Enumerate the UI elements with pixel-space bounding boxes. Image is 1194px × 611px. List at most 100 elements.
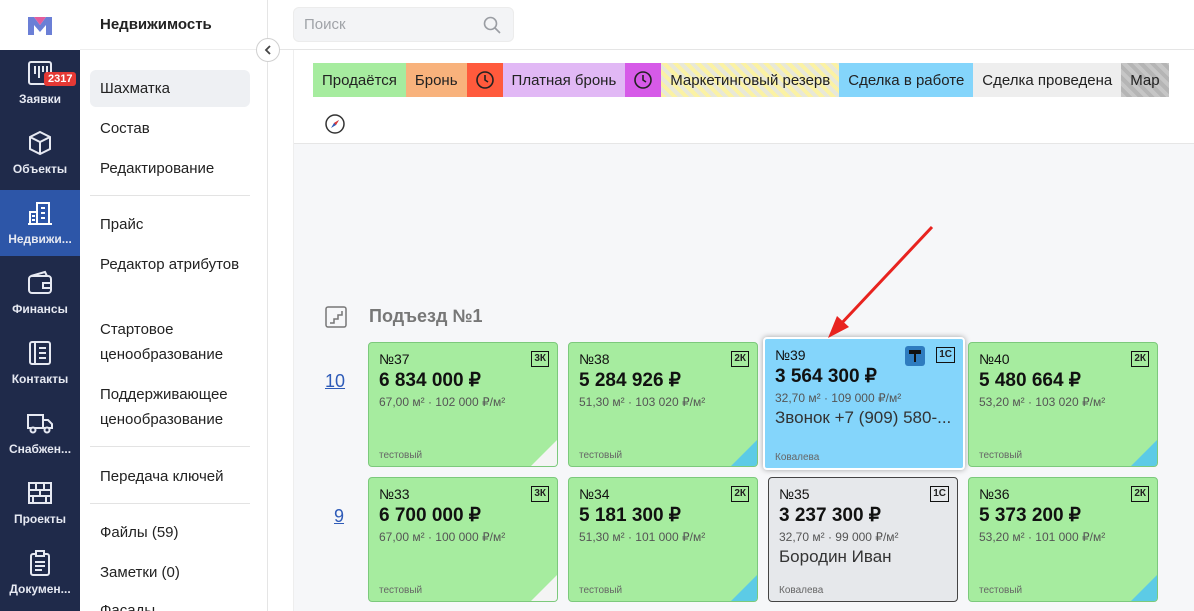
apartment-number: №36 xyxy=(979,486,1010,502)
apartment-price: 3 237 300 ₽ xyxy=(779,505,881,526)
agent-name: тестовый xyxy=(579,585,623,596)
rail-item-label: Недвижи... xyxy=(8,232,72,246)
floor-number[interactable]: 9 xyxy=(334,506,344,527)
rail-item-realty[interactable]: Недвижи... xyxy=(0,190,80,256)
legend-paid-booking-timer[interactable] xyxy=(625,63,662,97)
sidebar-item-facades[interactable]: Фасады xyxy=(90,592,250,611)
rail-item-label: Проекты xyxy=(13,512,67,526)
sidebar-item-notes[interactable]: Заметки (0) xyxy=(90,554,250,591)
apartment-card[interactable]: №33 6 700 000 ₽ 67,00 м² · 100 000 ₽/м² … xyxy=(368,477,558,602)
apartment-price: 6 700 000 ₽ xyxy=(379,505,481,526)
cube-icon xyxy=(29,130,51,156)
rail-item-contacts[interactable]: Контакты xyxy=(0,330,80,396)
apartment-area: 51,30 м² · 103 020 ₽/м² xyxy=(579,395,706,409)
agent-name: тестовый xyxy=(979,585,1023,596)
apartment-number: №39 xyxy=(775,347,806,363)
rail-item-objects[interactable]: Объекты xyxy=(0,120,80,186)
rail-item-supply[interactable]: Снабжен... xyxy=(0,400,80,466)
entrance-title: Подъезд №1 xyxy=(369,306,483,326)
agent-name: тестовый xyxy=(379,450,423,461)
agent-name: Ковалева xyxy=(779,585,824,596)
legend-booking-timer[interactable] xyxy=(466,63,503,97)
compass-icon[interactable] xyxy=(325,114,345,134)
apartment-area: 32,70 м² · 109 000 ₽/м² xyxy=(775,391,902,405)
divider xyxy=(90,503,250,504)
apartment-area: 67,00 м² · 102 000 ₽/м² xyxy=(379,395,506,409)
sidebar-item-attribute-editor[interactable]: Редактор атрибутов xyxy=(90,246,250,283)
apartment-card[interactable]: №38 5 284 926 ₽ 51,30 м² · 103 020 ₽/м² … xyxy=(568,342,758,467)
divider xyxy=(90,195,250,196)
legend-deal-done[interactable]: Сделка проведена xyxy=(973,63,1122,97)
apartment-number: №37 xyxy=(379,351,410,367)
sidebar-item-support-pricing[interactable]: Поддерживающее ценообразование xyxy=(90,376,250,438)
room-type-badge: 3К xyxy=(531,486,549,502)
apartment-number: №34 xyxy=(579,486,610,502)
corner-marker xyxy=(531,575,557,601)
legend-for-sale[interactable]: Продаётся xyxy=(313,63,406,97)
top-bar xyxy=(268,0,1194,50)
legend-paid-booking[interactable]: Платная бронь xyxy=(502,63,626,97)
annotation-arrow xyxy=(828,225,934,338)
rail-item-finance[interactable]: Финансы xyxy=(0,260,80,326)
room-type-badge: 1С xyxy=(930,486,949,502)
sidebar-item-start-pricing[interactable]: Стартовое ценообразование xyxy=(90,311,250,373)
corner-marker xyxy=(731,575,757,601)
sidebar-item-price[interactable]: Прайс xyxy=(90,206,250,243)
apartment-price: 3 564 300 ₽ xyxy=(775,366,877,387)
building-icon xyxy=(28,202,52,225)
app-logo[interactable] xyxy=(0,0,80,50)
rail-item-label: Контакты xyxy=(11,372,69,386)
floor-number[interactable]: 10 xyxy=(325,371,345,392)
rail-item-label: Финансы xyxy=(12,302,68,316)
apartment-area: 51,30 м² · 101 000 ₽/м² xyxy=(579,530,706,544)
agent-name: тестовый xyxy=(579,450,623,461)
apartment-area: 53,20 м² · 103 020 ₽/м² xyxy=(979,395,1106,409)
main-nav-rail: 2317 Заявки Объекты Недвижи... Финансы К… xyxy=(0,0,80,611)
rail-item-requests[interactable]: 2317 Заявки xyxy=(0,50,80,116)
legend-marketing-reserve[interactable]: Маркетинговый резерв xyxy=(661,63,840,97)
section-sidebar: Недвижимость Шахматка Состав Редактирова… xyxy=(80,0,268,611)
rail-item-label: Снабжен... xyxy=(8,442,72,456)
apartment-price: 5 373 200 ₽ xyxy=(979,505,1081,526)
apartment-card[interactable]: №36 5 373 200 ₽ 53,20 м² · 101 000 ₽/м² … xyxy=(968,477,1158,602)
apartment-number: №33 xyxy=(379,486,410,502)
legend-more[interactable]: Мар xyxy=(1121,63,1169,97)
apartment-price: 6 834 000 ₽ xyxy=(379,370,481,391)
sidebar-item-chessboard[interactable]: Шахматка xyxy=(90,70,250,107)
apartment-card[interactable]: №34 5 181 300 ₽ 51,30 м² · 101 000 ₽/м² … xyxy=(568,477,758,602)
client-info: Бородин Иван xyxy=(779,547,892,566)
search-input[interactable] xyxy=(294,8,474,41)
clipboard-icon xyxy=(30,550,50,576)
logo-icon xyxy=(28,17,52,35)
sidebar-item-editing[interactable]: Редактирование xyxy=(90,150,250,187)
divider xyxy=(90,446,250,447)
paint-roller-icon xyxy=(905,346,925,366)
sidebar-item-key-transfer[interactable]: Передача ключей xyxy=(90,458,250,495)
corner-marker xyxy=(731,440,757,466)
rail-item-documents[interactable]: Докумен... xyxy=(0,540,80,606)
room-type-badge: 1С xyxy=(936,347,955,363)
rail-item-projects[interactable]: Проекты xyxy=(0,470,80,536)
collapse-sidebar-button[interactable] xyxy=(256,38,280,62)
apartment-card[interactable]: №40 5 480 664 ₽ 53,20 м² · 103 020 ₽/м² … xyxy=(968,342,1158,467)
legend-deal-in-progress[interactable]: Сделка в работе xyxy=(839,63,974,97)
room-type-badge: 2К xyxy=(731,486,749,502)
legend-booking[interactable]: Бронь xyxy=(405,63,467,97)
wallet-icon xyxy=(28,270,52,294)
room-type-badge: 3К xyxy=(531,351,549,367)
room-type-badge: 2К xyxy=(1131,486,1149,502)
rail-item-label: Объекты xyxy=(12,162,68,176)
apartment-card[interactable]: №37 6 834 000 ₽ 67,00 м² · 102 000 ₽/м² … xyxy=(368,342,558,467)
search-icon[interactable] xyxy=(483,16,501,34)
room-type-badge: 2К xyxy=(1131,351,1149,367)
chevron-left-icon xyxy=(264,45,271,55)
apartment-price: 5 480 664 ₽ xyxy=(979,370,1081,391)
sidebar-item-files[interactable]: Файлы (59) xyxy=(90,514,250,551)
status-legend: Продаётся Бронь Платная бронь Маркетинго… xyxy=(313,63,1169,97)
apartment-card-selected[interactable]: №39 3 564 300 ₽ 32,70 м² · 109 000 ₽/м² … xyxy=(763,337,965,470)
sidebar-item-composition[interactable]: Состав xyxy=(90,110,250,147)
apartment-card[interactable]: №35 3 237 300 ₽ 32,70 м² · 99 000 ₽/м² Б… xyxy=(768,477,958,602)
clock-icon xyxy=(634,71,653,89)
requests-badge: 2317 xyxy=(44,72,77,86)
agent-name: тестовый xyxy=(979,450,1023,461)
